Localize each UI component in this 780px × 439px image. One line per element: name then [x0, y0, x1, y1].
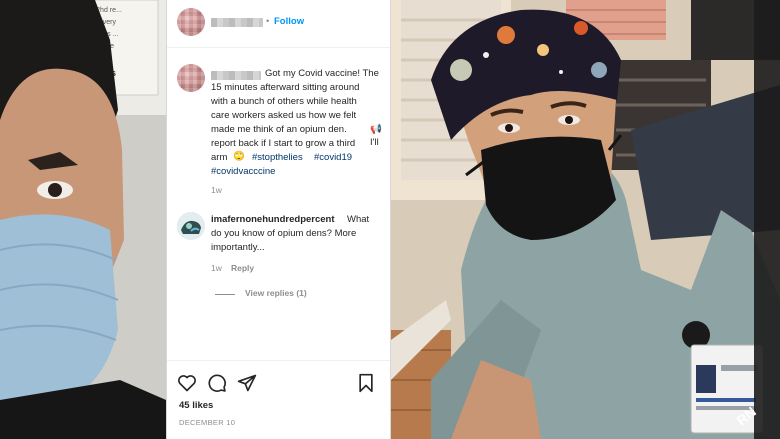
caption-line-2: 15 minutes afterward sitting around: [211, 82, 360, 93]
view-replies-button[interactable]: View replies (1): [245, 287, 307, 300]
author-username-blurred[interactable]: [211, 18, 263, 27]
caption-line-3: with a bunch of others while health: [211, 96, 357, 107]
right-selfie-photo: RN: [391, 0, 780, 439]
eye-roll-emoji: 🙄: [233, 151, 245, 162]
author-avatar[interactable]: [177, 8, 205, 36]
caption-line-4: care workers asked us how we felt: [211, 110, 357, 121]
caption-line-5: made me think of an opium den.: [211, 124, 347, 135]
comment-line-1: What: [347, 214, 370, 225]
commenter-username[interactable]: imafernonehundredpercent: [211, 213, 335, 226]
megaphone-emoji: 📢 I'll: [370, 124, 382, 149]
caption-author-username-blurred[interactable]: [211, 71, 261, 80]
heart-icon[interactable]: [177, 373, 197, 393]
paper-plane-icon[interactable]: [237, 373, 257, 393]
actions-divider: [167, 360, 390, 361]
follow-separator: •: [266, 16, 270, 27]
instagram-post-panel: • Follow Got my Covid vaccine! The 15 mi…: [166, 0, 391, 439]
hashtag-covid19[interactable]: #covid19: [314, 151, 352, 164]
view-replies-line: [215, 294, 235, 295]
likes-count[interactable]: 45 likes: [179, 399, 213, 412]
comment-line-2: do you know of opium dens? More: [211, 228, 357, 239]
comment-reply-button[interactable]: Reply: [231, 262, 254, 275]
comment-icon[interactable]: [207, 373, 227, 393]
caption-timestamp[interactable]: 1w: [211, 184, 222, 197]
caption-author-avatar[interactable]: [177, 64, 205, 92]
comment-timestamp[interactable]: 1w: [211, 262, 222, 275]
commenter-avatar[interactable]: [177, 212, 205, 240]
caption-line-7-start: arm: [211, 152, 228, 163]
hashtag-covidvacccine[interactable]: #covidvacccine: [211, 165, 275, 178]
caption-line-6: report back if I start to grow a third: [211, 138, 356, 149]
left-selfie-photo: er 2hd re... g delivery ake us ... dista…: [0, 0, 166, 439]
caption-line-1: Got my Covid vaccine! The: [265, 68, 379, 79]
header-divider: [167, 47, 390, 48]
hashtag-stopthelies[interactable]: #stopthelies: [252, 151, 303, 164]
follow-button[interactable]: Follow: [274, 15, 304, 28]
post-date[interactable]: DECEMBER 10: [179, 416, 235, 429]
bookmark-icon[interactable]: [357, 373, 375, 393]
comment-line-3: importantly...: [211, 242, 265, 253]
